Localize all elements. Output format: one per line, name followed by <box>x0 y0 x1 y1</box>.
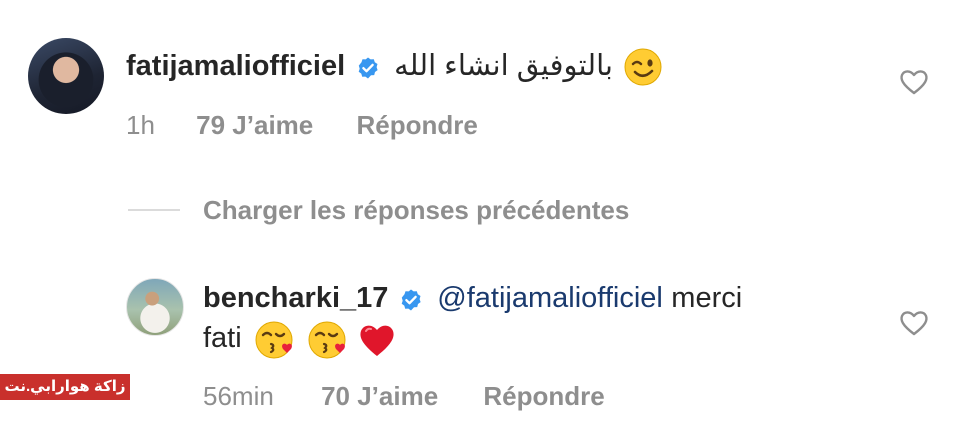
mention-link[interactable]: @fatijamaliofficiel <box>437 282 663 314</box>
comment-time: 1h <box>126 110 155 140</box>
comment-header: bencharki_17 @fatijamaliofficiel merci <box>203 282 742 315</box>
comment-meta: 1h 79 J’aime Répondre <box>126 110 478 141</box>
comment-header: fatijamaliofficiel بالتوفيق انشاء الله <box>126 48 663 87</box>
winking-face-icon <box>624 48 662 86</box>
comment-text: fati <box>203 322 242 354</box>
likes-count[interactable]: 79 J’aime <box>196 110 313 140</box>
verified-badge-icon <box>358 57 378 79</box>
comment-time: 56min <box>203 381 274 411</box>
avatar[interactable] <box>28 38 104 114</box>
comment-text-line2: fati <box>203 321 397 361</box>
red-heart-icon <box>360 325 394 356</box>
username[interactable]: fatijamaliofficiel <box>126 50 345 82</box>
load-previous-replies-button[interactable]: Charger les réponses précédentes <box>203 195 629 226</box>
avatar[interactable] <box>126 278 184 336</box>
reply-button[interactable]: Répondre <box>483 381 604 411</box>
kissing-face-heart-icon <box>255 321 293 359</box>
like-heart-icon[interactable] <box>899 68 929 96</box>
comment-meta: 56min 70 J’aime Répondre <box>203 381 605 412</box>
username[interactable]: bencharki_17 <box>203 282 388 314</box>
reply-button[interactable]: Répondre <box>356 110 477 140</box>
watermark: زاكة هوارابي.نت <box>0 374 130 400</box>
verified-badge-icon <box>401 289 421 311</box>
kissing-face-heart-icon <box>308 321 346 359</box>
comment-text: بالتوفيق انشاء الله <box>394 50 613 82</box>
likes-count[interactable]: 70 J’aime <box>321 381 438 411</box>
like-heart-icon[interactable] <box>899 309 929 337</box>
divider <box>128 209 180 211</box>
comment-text: merci <box>671 282 743 314</box>
